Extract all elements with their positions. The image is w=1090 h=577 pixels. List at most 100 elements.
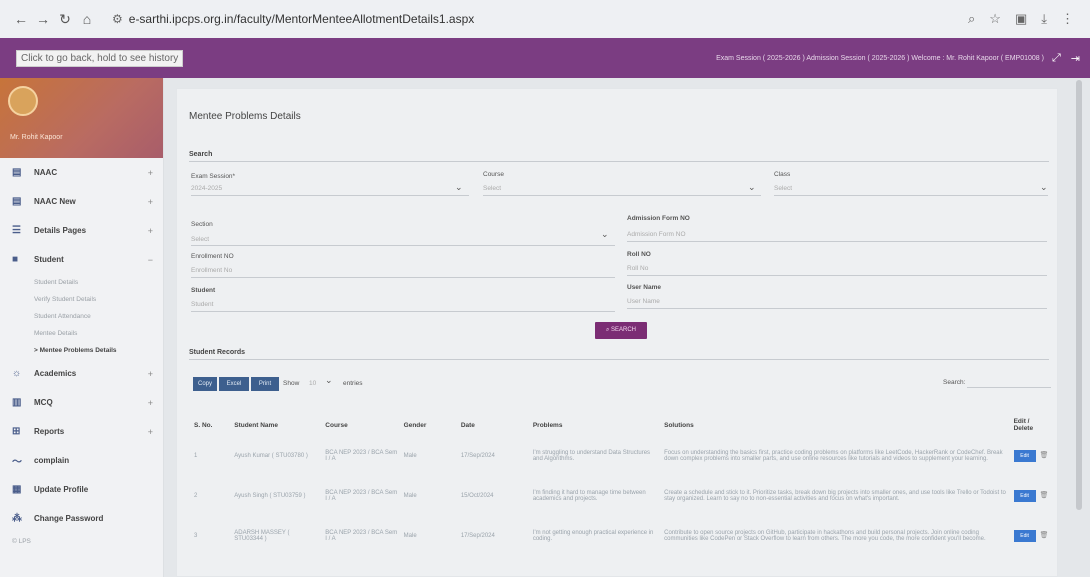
- student-label: Student: [191, 287, 216, 294]
- section-label: Section: [191, 221, 213, 228]
- edit-button[interactable]: Edit: [1013, 490, 1036, 502]
- col-gender[interactable]: Gender: [401, 414, 458, 436]
- exam-session-select[interactable]: 2024-2025: [191, 185, 222, 192]
- cell-actions: Edit 🗑: [1011, 436, 1053, 476]
- history-tooltip: Click to go back, hold to see history: [16, 49, 184, 67]
- chevron-down-icon[interactable]: ⌄: [601, 229, 609, 240]
- forward-icon[interactable]: →: [32, 11, 54, 27]
- sidebar-item-academics[interactable]: ☼ Academics +: [0, 359, 163, 388]
- course-label: Course: [483, 171, 504, 178]
- sidebar-item-label: Academics: [34, 369, 77, 378]
- bookmark-star-icon[interactable]: ☆: [989, 11, 1001, 27]
- chevron-down-icon[interactable]: ⌄: [455, 182, 463, 193]
- zoom-icon[interactable]: ⌕: [968, 11, 975, 27]
- chevron-down-icon[interactable]: ⌄: [325, 375, 333, 386]
- sidebar-item-label: Student: [34, 255, 64, 264]
- scrollbar[interactable]: [1076, 80, 1082, 510]
- student-input[interactable]: Student: [191, 301, 213, 308]
- col-course[interactable]: Course: [322, 414, 400, 436]
- profile-name: Mr. Rohit Kapoor: [10, 134, 63, 141]
- col-date[interactable]: Date: [458, 414, 530, 436]
- admission-form-input[interactable]: Admission Form NO: [627, 231, 686, 238]
- edit-button[interactable]: Edit: [1013, 450, 1036, 462]
- site-info-icon[interactable]: ⚙: [112, 12, 123, 26]
- profile-card: Mr. Rohit Kapoor: [0, 78, 163, 158]
- table-row: 1 Ayush Kumar ( STU03780 ) BCA NEP 2023 …: [191, 436, 1053, 476]
- cell-date: 15/Oct/2024: [460, 493, 494, 499]
- table-search-label: Search:: [943, 379, 966, 386]
- sidebar-subitem-mentee-details[interactable]: Mentee Details: [0, 325, 163, 342]
- expand-icon[interactable]: ⤢: [1052, 52, 1061, 65]
- sidebar-item-label: NAAC New: [34, 197, 76, 206]
- address-bar[interactable]: ⚙ e-sarthi.ipcps.org.in/faculty/MentorMen…: [112, 12, 968, 26]
- chevron-down-icon[interactable]: ⌄: [748, 182, 756, 193]
- roll-no-label: Roll NO: [627, 251, 651, 258]
- back-icon[interactable]: ←: [10, 11, 32, 27]
- cell-course: BCA NEP 2023 / BCA Sem I / A: [325, 490, 398, 502]
- cell-student-name: Ayush Singh ( STU03759 ): [234, 493, 306, 499]
- exam-session-label: Exam Session*: [191, 173, 236, 180]
- field-underline: [627, 308, 1047, 309]
- expand-plus-icon: +: [147, 368, 153, 379]
- excel-button[interactable]: Excel: [219, 377, 249, 391]
- cell-date: 17/Sep/2024: [460, 533, 495, 539]
- home-icon[interactable]: ⌂: [76, 11, 98, 27]
- trash-icon[interactable]: 🗑: [1040, 532, 1049, 539]
- sidebar-item-naac[interactable]: ▤ NAAC +: [0, 158, 163, 187]
- course-select[interactable]: Select: [483, 185, 501, 192]
- col-solutions[interactable]: Solutions: [661, 414, 1010, 436]
- sidebar-item-label: Reports: [34, 427, 65, 436]
- menu-dots-icon[interactable]: ⋮: [1061, 11, 1074, 27]
- show-label: Show: [283, 380, 300, 387]
- roll-no-input[interactable]: Roll No: [627, 265, 648, 272]
- field-underline: [627, 275, 1047, 276]
- class-select[interactable]: Select: [774, 185, 792, 192]
- reload-icon[interactable]: ↻: [54, 11, 76, 28]
- page-length-select[interactable]: 10: [309, 380, 316, 387]
- extension-icon[interactable]: ▣: [1015, 11, 1027, 27]
- sidebar-item-change-password[interactable]: ⁂ Change Password: [0, 504, 163, 533]
- edit-button[interactable]: Edit: [1013, 530, 1036, 542]
- sidebar-item-mcq[interactable]: ▥ MCQ +: [0, 388, 163, 417]
- cell-gender: Male: [403, 533, 417, 539]
- document-icon: ▤: [12, 167, 22, 178]
- download-icon[interactable]: ⤓: [1041, 11, 1047, 27]
- col-student-name[interactable]: Student Name: [231, 414, 322, 436]
- sidebar-item-details-pages[interactable]: ☰ Details Pages +: [0, 216, 163, 245]
- book-icon: ▥: [12, 397, 22, 408]
- chevron-down-icon[interactable]: ⌄: [1040, 182, 1048, 193]
- sidebar-item-naac-new[interactable]: ▤ NAAC New +: [0, 187, 163, 216]
- table-header-row: S. No. Student Name Course Gender Date P…: [191, 414, 1053, 436]
- expand-plus-icon: +: [147, 167, 153, 178]
- cell-sno: 1: [194, 453, 198, 459]
- field-underline: [191, 195, 469, 196]
- print-button[interactable]: Print: [251, 377, 279, 391]
- main-content: Mentee Problems Details Search Exam Sess…: [176, 88, 1058, 577]
- sidebar-subitem-attendance[interactable]: Student Attendance: [0, 308, 163, 325]
- search-button[interactable]: ⌕ SEARCH: [595, 322, 647, 339]
- page-title: Mentee Problems Details: [189, 111, 301, 122]
- expand-plus-icon: +: [147, 397, 153, 408]
- copy-button[interactable]: Copy: [193, 377, 217, 391]
- sidebar-item-reports[interactable]: ⊞ Reports +: [0, 417, 163, 446]
- col-edit-delete[interactable]: Edit / Delete: [1011, 414, 1053, 436]
- col-problems[interactable]: Problems: [530, 414, 661, 436]
- sidebar-item-student[interactable]: ■ Student −: [0, 245, 163, 274]
- col-sno[interactable]: S. No.: [191, 414, 231, 436]
- profile-icon: ▦: [12, 484, 22, 495]
- sidebar-item-complain[interactable]: 〜 complain: [0, 446, 163, 475]
- trash-icon[interactable]: 🗑: [1040, 452, 1049, 459]
- logout-icon[interactable]: ⇥: [1071, 52, 1080, 65]
- sidebar-subitem-verify-student[interactable]: Verify Student Details: [0, 291, 163, 308]
- username-input[interactable]: User Name: [627, 298, 660, 305]
- section-select[interactable]: Select: [191, 236, 209, 243]
- trash-icon[interactable]: 🗑: [1040, 492, 1049, 499]
- enrollment-input[interactable]: Enrollment No: [191, 267, 232, 274]
- cell-date: 17/Sep/2024: [460, 453, 495, 459]
- table-search-input[interactable]: [967, 387, 1051, 388]
- sidebar-item-update-profile[interactable]: ▦ Update Profile: [0, 475, 163, 504]
- sidebar-subitem-mentee-problems[interactable]: > Mentee Problems Details: [0, 342, 163, 359]
- sidebar-subitem-student-details[interactable]: Student Details: [0, 274, 163, 291]
- enrollment-label: Enrollment NO: [191, 253, 234, 260]
- search-section-title: Search: [189, 151, 213, 158]
